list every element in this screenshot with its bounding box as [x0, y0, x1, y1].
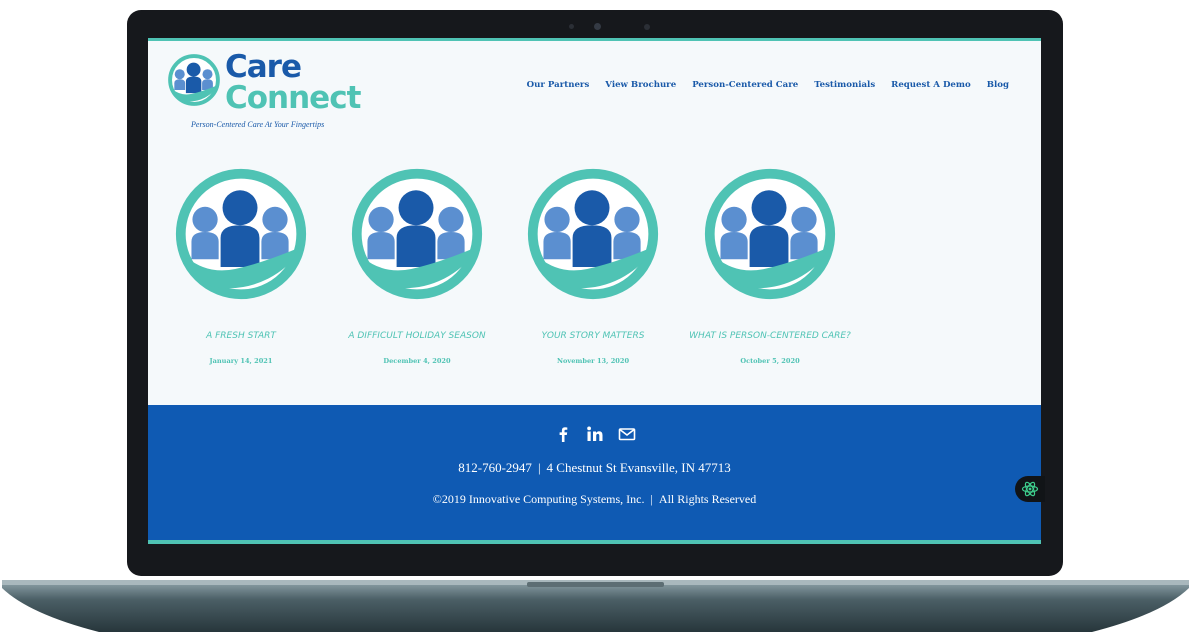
social-links — [148, 425, 1041, 443]
logo-text-connect: Connect — [225, 80, 361, 116]
assistant-widget-button[interactable] — [1015, 476, 1045, 502]
care-connect-people-icon[interactable] — [173, 166, 309, 302]
footer-separator: | — [650, 492, 653, 506]
sensor-dot — [569, 24, 574, 29]
care-connect-people-icon[interactable] — [702, 166, 838, 302]
blog-post-card: What Is Person-Centered Care? October 5,… — [682, 166, 858, 365]
laptop-base — [2, 580, 1189, 632]
nav-request-a-demo[interactable]: Request A Demo — [891, 80, 971, 90]
care-connect-people-icon[interactable] — [525, 166, 661, 302]
nav-our-partners[interactable]: Our Partners — [527, 80, 590, 90]
post-date: November 13, 2020 — [556, 357, 630, 365]
nav-testimonials[interactable]: Testimonials — [814, 80, 875, 90]
facebook-icon[interactable] — [554, 425, 572, 443]
post-date: January 14, 2021 — [209, 357, 273, 365]
footer-copyright: ©2019 Innovative Computing Systems, Inc.… — [148, 492, 1041, 507]
blog-post-card: A Fresh Start January 14, 2021 — [153, 166, 329, 365]
sensor-dot — [644, 24, 650, 30]
footer-address: 4 Chestnut St Evansville, IN 47713 — [546, 460, 731, 475]
linkedin-icon[interactable] — [586, 425, 604, 443]
blog-post-card: Your Story Matters November 13, 2020 — [505, 166, 681, 365]
care-connect-logo[interactable]: Care Connect Person-Centered Care At You… — [167, 49, 367, 129]
webcam — [594, 23, 601, 30]
nav-blog[interactable]: Blog — [987, 80, 1009, 90]
email-icon[interactable] — [618, 425, 636, 443]
copyright-text: ©2019 Innovative Computing Systems, Inc. — [432, 492, 645, 506]
nav-person-centered-care[interactable]: Person-Centered Care — [692, 80, 798, 90]
site-footer: 812-760-2947 | 4 Chestnut St Evansville, I… — [148, 405, 1041, 540]
footer-separator: | — [537, 460, 541, 475]
top-accent-bar — [148, 38, 1041, 41]
post-title[interactable]: A Fresh Start — [153, 331, 329, 341]
bottom-accent-bar — [148, 540, 1041, 544]
rights-text: All Rights Reserved — [658, 492, 757, 506]
logo-tagline: Person-Centered Care At Your Fingertips — [191, 120, 325, 129]
website-screen: Care Connect Person-Centered Care At You… — [148, 38, 1041, 544]
post-title[interactable]: A Difficult Holiday Season — [329, 331, 505, 341]
blog-post-card: A Difficult Holiday Season December 4, 2… — [329, 166, 505, 365]
atom-icon — [1021, 481, 1039, 497]
post-date: December 4, 2020 — [383, 357, 451, 365]
post-title[interactable]: Your Story Matters — [505, 331, 681, 341]
main-nav: Our Partners View Brochure Person-Center… — [527, 80, 1009, 90]
nav-view-brochure[interactable]: View Brochure — [605, 80, 676, 90]
care-connect-people-icon[interactable] — [349, 166, 485, 302]
care-connect-logo-icon — [167, 53, 221, 107]
footer-contact: 812-760-2947 | 4 Chestnut St Evansville, I… — [148, 460, 1041, 476]
post-date: October 5, 2020 — [740, 357, 800, 365]
post-title[interactable]: What Is Person-Centered Care? — [682, 331, 858, 341]
footer-phone[interactable]: 812-760-2947 — [458, 460, 532, 475]
